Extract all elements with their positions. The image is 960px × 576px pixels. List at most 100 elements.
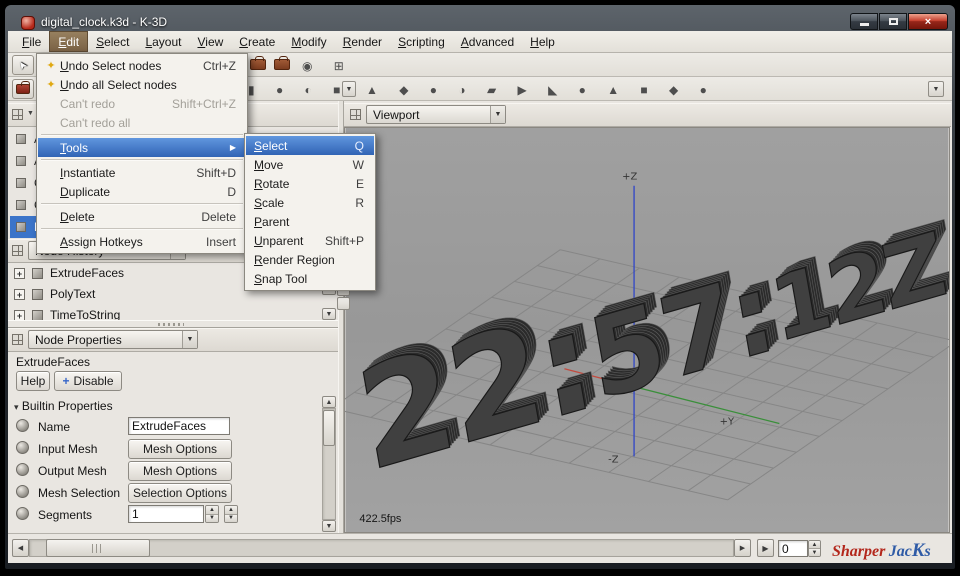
toolbar-dropdown-button[interactable]: ▼ bbox=[342, 81, 356, 97]
minimize-icon bbox=[860, 23, 869, 26]
hscroll-left-button[interactable]: ◀ bbox=[12, 539, 29, 557]
builtin-properties-expander[interactable]: ▾ Builtin Properties bbox=[14, 399, 113, 413]
axis-label-plus-y: +Y bbox=[720, 417, 735, 428]
chevron-down-icon[interactable]: ▼ bbox=[27, 110, 34, 117]
submenu-item-scale[interactable]: ScaleR bbox=[246, 193, 374, 212]
expander-icon[interactable]: + bbox=[14, 310, 25, 320]
menu-edit[interactable]: Edit bbox=[49, 31, 88, 52]
props-scroll-down-button[interactable]: ▼ bbox=[322, 520, 336, 532]
node-icon bbox=[16, 178, 26, 188]
toolbar2-shape-icons-a[interactable]: ▮ ● ◐ ■ bbox=[248, 79, 349, 101]
menu-item-assign-hotkeys[interactable]: Assign HotkeysInsert bbox=[38, 232, 246, 251]
panel-grip-icon[interactable] bbox=[12, 245, 23, 256]
maximize-button[interactable] bbox=[879, 13, 907, 30]
menu-item-delete[interactable]: DeleteDelete bbox=[38, 207, 246, 226]
menu-file[interactable]: File bbox=[14, 31, 49, 52]
menu-advanced[interactable]: Advanced bbox=[453, 31, 522, 52]
selection-options-button[interactable]: Selection Options bbox=[128, 483, 232, 503]
expander-open-icon: ▾ bbox=[14, 402, 19, 412]
menu-separator bbox=[41, 228, 243, 230]
selected-node-name: ExtrudeFaces bbox=[16, 352, 90, 372]
input-mesh-options-button[interactable]: Mesh Options bbox=[128, 439, 232, 459]
expander-icon[interactable]: + bbox=[14, 268, 25, 279]
spin-down-icon[interactable]: ▼ bbox=[809, 548, 820, 556]
spin-up-icon[interactable]: ▲ bbox=[809, 541, 820, 548]
mesh-node-icon bbox=[32, 289, 43, 300]
submenu-item-select[interactable]: SelectQ bbox=[246, 136, 374, 155]
tree-scroll-down-button[interactable]: ▼ bbox=[322, 308, 336, 320]
segments-input[interactable] bbox=[128, 505, 204, 523]
menu-help[interactable]: Help bbox=[522, 31, 563, 52]
panel-splitter[interactable] bbox=[8, 320, 338, 328]
submenu-item-parent[interactable]: Parent bbox=[246, 212, 374, 231]
property-type-icon bbox=[16, 419, 29, 432]
menu-item-tools[interactable]: Tools ▶ bbox=[38, 138, 246, 157]
tools-submenu: SelectQ MoveW RotateE ScaleR Parent Unpa… bbox=[244, 133, 376, 291]
output-mesh-options-button[interactable]: Mesh Options bbox=[128, 461, 232, 481]
frame-spinner[interactable]: ▲▼ bbox=[808, 540, 821, 557]
node-icon bbox=[16, 200, 26, 210]
brand-word-1: Sharper bbox=[832, 543, 885, 560]
submenu-item-rotate[interactable]: RotateE bbox=[246, 174, 374, 193]
menu-create[interactable]: Create bbox=[231, 31, 283, 52]
hscroll-thumb[interactable] bbox=[46, 539, 150, 557]
tree-item[interactable]: ExtrudeFaces bbox=[50, 263, 124, 284]
menu-modify[interactable]: Modify bbox=[283, 31, 334, 52]
node-properties-panel-selector[interactable]: Node Properties ▼ bbox=[28, 330, 198, 349]
spin-up-icon[interactable]: ▲ bbox=[225, 506, 237, 514]
menu-item-undo[interactable]: ✦ Undo Select nodesCtrl+Z bbox=[38, 56, 246, 75]
submenu-item-render-region[interactable]: Render Region bbox=[246, 250, 374, 269]
close-button[interactable]: × bbox=[908, 13, 948, 30]
menu-item-undo-all[interactable]: ✦ Undo all Select nodes bbox=[38, 75, 246, 94]
toolbar1-shape-icons[interactable]: ◉ ⊞ bbox=[302, 55, 353, 77]
expander-icon[interactable]: + bbox=[14, 289, 25, 300]
props-scroll-up-button[interactable]: ▲ bbox=[322, 396, 336, 408]
select-cursor-tool-button[interactable]: ➤ bbox=[12, 55, 34, 75]
submenu-item-snap-tool[interactable]: Snap Tool bbox=[246, 269, 374, 288]
toolbar-overflow-button[interactable]: ▼ bbox=[928, 81, 944, 97]
help-button[interactable]: Help bbox=[16, 371, 50, 391]
property-type-icon bbox=[16, 507, 29, 520]
menu-item-instantiate[interactable]: InstantiateShift+D bbox=[38, 163, 246, 182]
chevron-down-icon: ▼ bbox=[490, 106, 505, 123]
spin-down-icon[interactable]: ▼ bbox=[225, 514, 237, 523]
splitter-collapse-button-2[interactable] bbox=[337, 297, 350, 310]
property-type-icon bbox=[16, 485, 29, 498]
spin-up-icon[interactable]: ▲ bbox=[206, 506, 218, 514]
minimize-button[interactable] bbox=[850, 13, 878, 30]
panel-grip-icon[interactable] bbox=[12, 334, 23, 345]
menu-layout[interactable]: Layout bbox=[137, 31, 189, 52]
menu-separator bbox=[41, 134, 243, 136]
panel-grip-icon[interactable] bbox=[350, 109, 361, 120]
arrow-down-icon: ▼ bbox=[326, 311, 333, 318]
name-input[interactable] bbox=[128, 417, 230, 435]
frame-forward-button[interactable]: ▶ bbox=[757, 539, 774, 557]
frame-number-input[interactable] bbox=[778, 540, 808, 557]
viewport-canvas[interactable]: 22: 57: 12Z +Z -Z +Y bbox=[344, 127, 950, 533]
toolbox-icon[interactable] bbox=[250, 59, 266, 70]
props-scroll-thumb[interactable] bbox=[323, 410, 335, 446]
segments-spinner-2[interactable]: ▲▼ bbox=[224, 505, 238, 523]
spin-down-icon[interactable]: ▼ bbox=[206, 514, 218, 523]
menu-scripting[interactable]: Scripting bbox=[390, 31, 453, 52]
property-label: Output Mesh bbox=[38, 461, 107, 481]
submenu-item-move[interactable]: MoveW bbox=[246, 155, 374, 174]
submenu-item-unparent[interactable]: UnparentShift+P bbox=[246, 231, 374, 250]
menu-item-duplicate[interactable]: DuplicateD bbox=[38, 182, 246, 201]
tree-item[interactable]: PolyText bbox=[50, 284, 95, 305]
segments-spinner[interactable]: ▲▼ bbox=[205, 505, 219, 523]
menu-select[interactable]: Select bbox=[88, 31, 137, 52]
toolbox2-icon[interactable] bbox=[274, 59, 290, 70]
hscroll-right-button[interactable]: ▶ bbox=[734, 539, 751, 557]
panel-grip-icon[interactable] bbox=[12, 109, 23, 120]
tree-item[interactable]: TimeToString bbox=[50, 305, 120, 320]
viewport-panel-selector[interactable]: Viewport ▼ bbox=[366, 105, 506, 124]
toolbox-tool-button[interactable] bbox=[12, 79, 34, 99]
menu-render[interactable]: Render bbox=[335, 31, 390, 52]
disable-button[interactable]: + Disable bbox=[54, 371, 122, 391]
toolbar2-shape-icons-b[interactable]: ▲ ◆ ● ◑ ▰ ▶ ◣ ● ▲ ■ ◆ ● bbox=[366, 79, 716, 101]
brand-word-2: JacKs bbox=[889, 543, 931, 560]
property-label: Mesh Selection bbox=[38, 483, 120, 503]
menu-view[interactable]: View bbox=[189, 31, 231, 52]
cursor-icon: ➤ bbox=[15, 57, 31, 72]
